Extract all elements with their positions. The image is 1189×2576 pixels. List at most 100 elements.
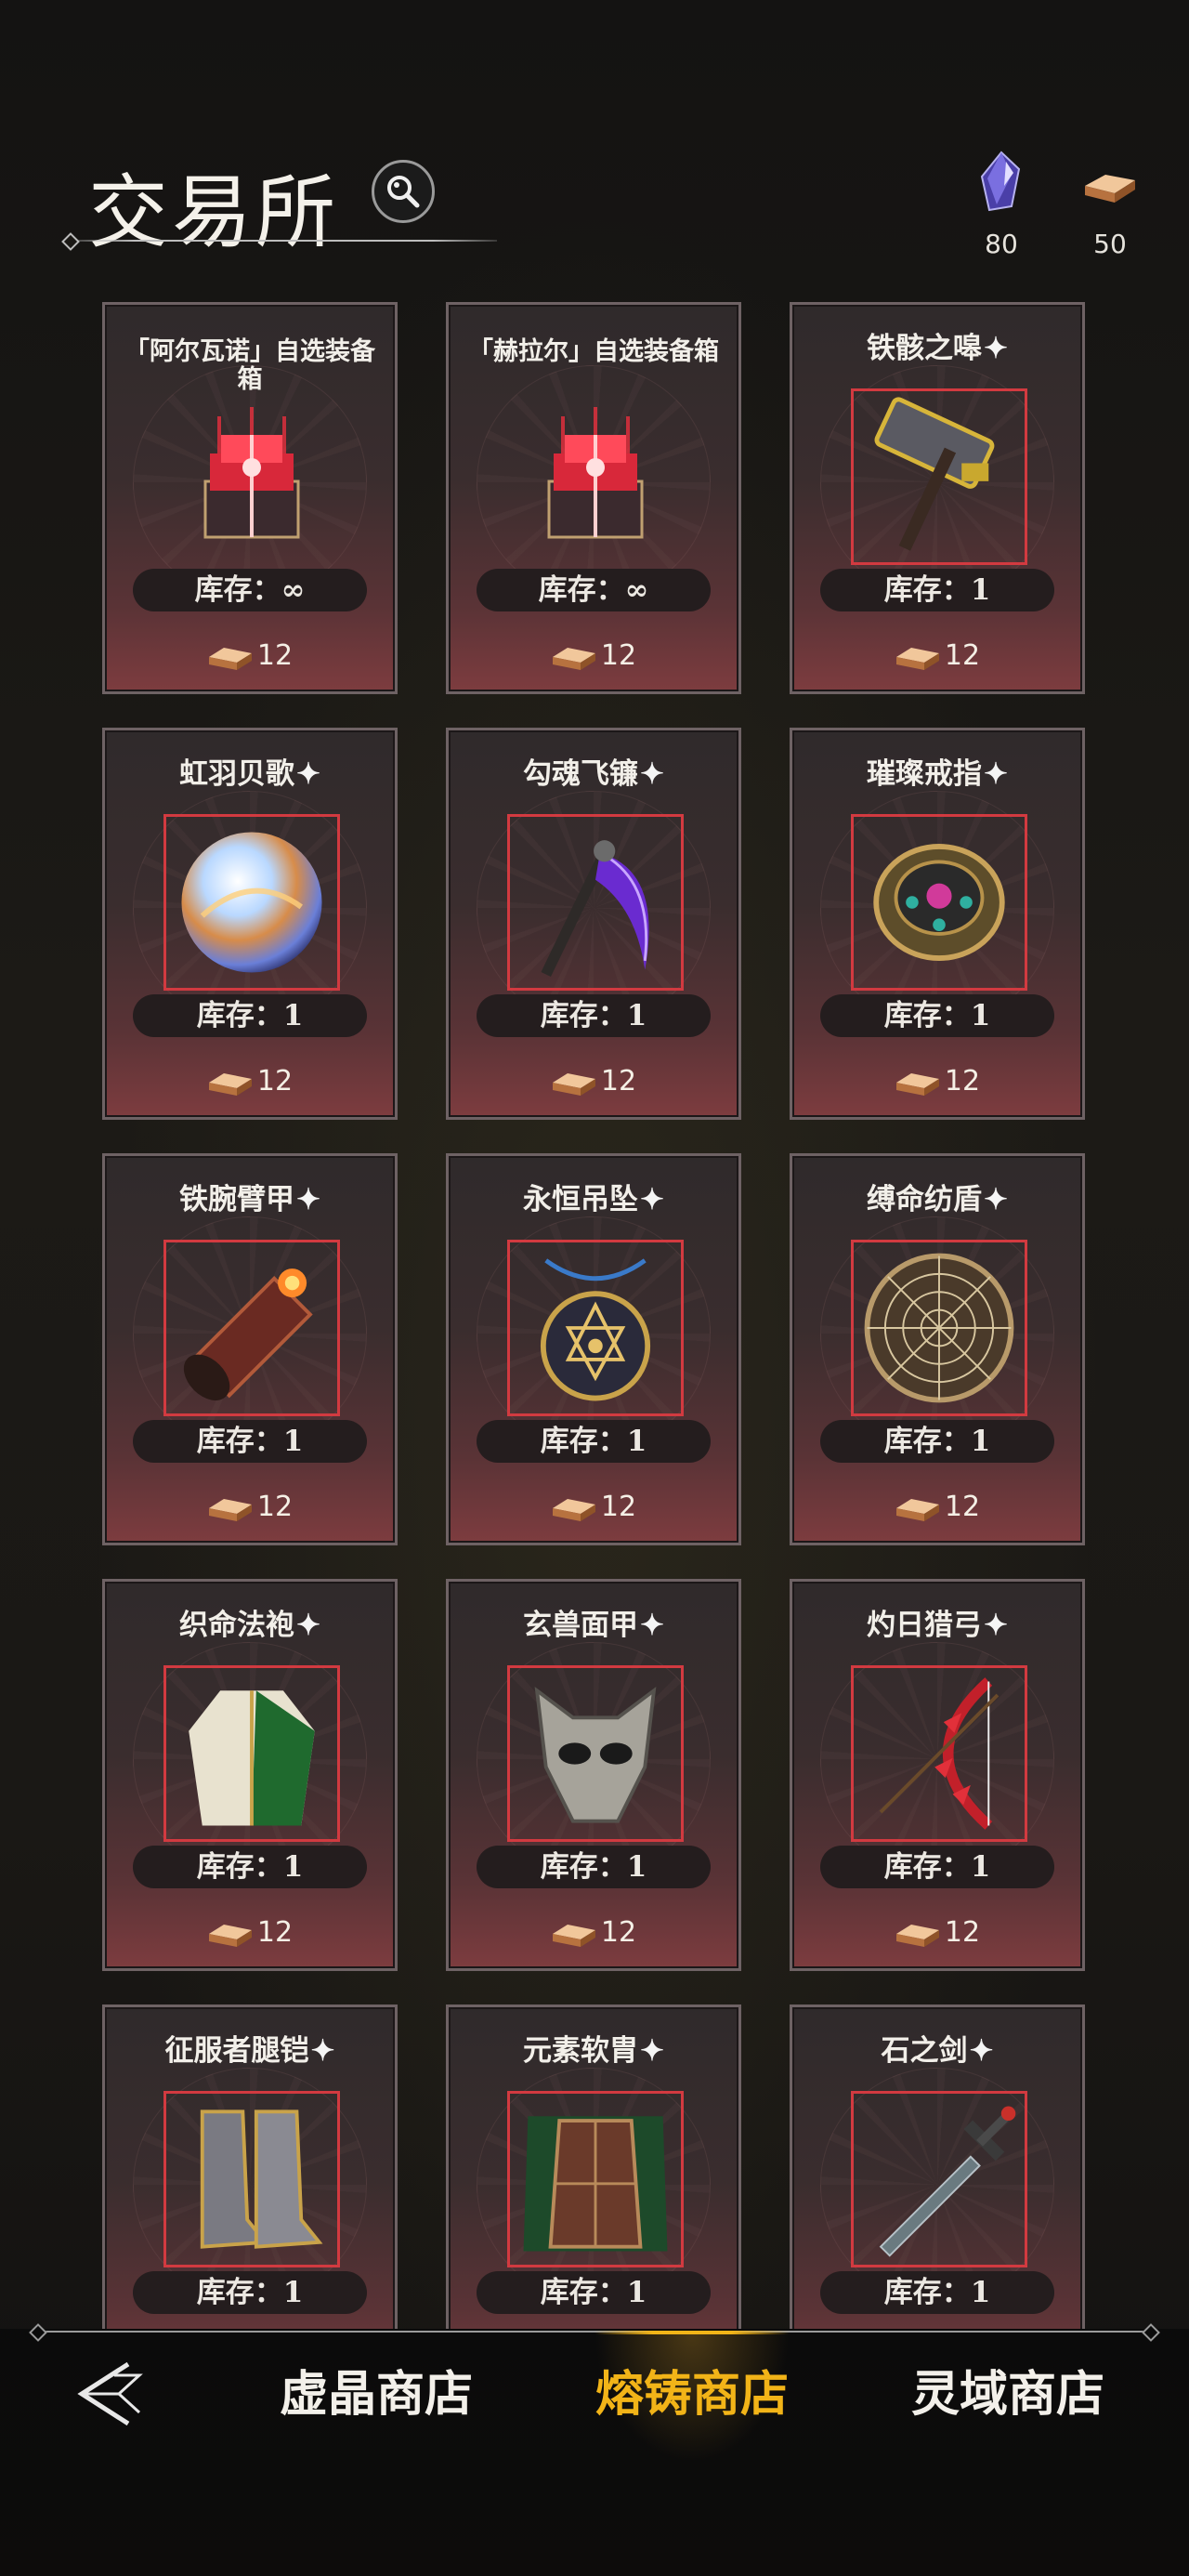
price: 12 [792,1912,1082,1952]
item-name: 永恒吊坠✦ [523,1183,664,1216]
orb-icon [181,832,322,973]
item-frame[interactable] [163,1665,340,1842]
item-frame[interactable] [507,398,684,574]
item-card[interactable]: 虹羽贝歌✦ 库存：1 12 [102,728,398,1120]
item-name: 织命法袍✦ [179,1609,320,1642]
crystal-amount: 80 [985,229,1018,259]
item-frame[interactable] [851,1240,1027,1416]
price: 12 [449,635,738,676]
currency-ingot[interactable]: 50 [1068,149,1152,259]
item-frame[interactable] [507,814,684,991]
item-frame[interactable] [851,388,1027,565]
sword-icon [879,2106,1016,2257]
sparkle-icon: ✦ [640,2034,664,2068]
ingot-icon [552,1499,595,1521]
item-frame[interactable] [163,398,340,574]
sparkle-icon: ✦ [984,757,1008,791]
price-value: 12 [256,1915,294,1949]
item-card[interactable]: 铁腕臂甲✦ 库存：1 12 [102,1153,398,1545]
price-value: 12 [600,1490,637,1523]
stock-label: 库存：1 [477,1420,711,1463]
item-frame[interactable] [507,2091,684,2267]
ingot-icon [895,648,939,670]
red-chest-icon [547,407,644,539]
price: 12 [792,1060,1082,1101]
item-name: 石之剑✦ [881,2034,994,2068]
price-value: 12 [944,1064,981,1097]
search-button[interactable] [372,160,435,223]
item-card[interactable]: 玄兽面甲✦ 库存：1 12 [446,1579,741,1971]
stock-label: 库存：1 [820,1420,1054,1463]
item-frame[interactable] [851,1665,1027,1842]
search-icon [387,176,420,208]
item-frame[interactable] [507,1240,684,1416]
pendant-icon [540,1258,651,1401]
item-card[interactable]: 勾魂飞镰✦ 库存：1 12 [446,728,741,1120]
price: 12 [792,635,1082,676]
item-card[interactable]: 灼日猎弓✦ 库存：1 12 [790,1579,1085,1971]
ingot-icon [895,1925,939,1947]
item-card[interactable]: 铁骸之嗥✦ 库存：1 12 [790,302,1085,694]
item-name: 铁骸之嗥✦ [867,332,1008,365]
sparkle-icon: ✦ [984,332,1008,365]
tab-crystal-shop[interactable]: 虚晶商店 [260,2357,492,2433]
stock-label: 库存：1 [820,994,1054,1037]
price: 12 [792,1486,1082,1527]
item-frame[interactable] [163,1240,340,1416]
item-frame[interactable] [163,814,340,991]
sparkle-icon: ✦ [296,1609,320,1642]
stock-label: 库存：1 [477,2271,711,2314]
mask-icon [534,1686,657,1823]
stock-label: 库存：1 [820,2271,1054,2314]
greaves-icon [200,2109,323,2249]
scythe-icon [541,840,649,977]
stock-label: 库存：1 [133,2271,367,2314]
price-value: 12 [944,1915,981,1949]
stock-label: 库存：1 [133,1420,367,1463]
bow-icon [879,1677,1000,1830]
currency-crystal[interactable]: 80 [960,149,1043,259]
page-title: 交易所 [88,166,339,259]
stock-label: 库存：∞ [133,569,367,611]
item-card[interactable]: 永恒吊坠✦ 库存：1 12 [446,1153,741,1545]
ingot-icon [552,648,595,670]
item-frame[interactable] [163,2091,340,2267]
price: 12 [105,1486,395,1527]
item-name: 元素软胄✦ [523,2034,664,2068]
price-value: 12 [256,1490,294,1523]
price: 12 [105,635,395,676]
price-value: 12 [600,1915,637,1949]
ingot-icon [1085,175,1135,203]
item-frame[interactable] [851,2091,1027,2267]
sparkle-icon: ✦ [984,1609,1008,1642]
ingot-icon [208,1073,252,1096]
item-card[interactable]: 「阿尔瓦诺」自选装备箱 库存：∞ 12 [102,302,398,694]
back-icon[interactable] [63,2357,149,2431]
item-card[interactable]: 织命法袍✦ 库存：1 12 [102,1579,398,1971]
price-value: 12 [256,638,294,672]
tab-spirit-shop[interactable]: 灵域商店 [892,2357,1124,2433]
sparkle-icon: ✦ [296,757,320,791]
stock-label: 库存：1 [477,1846,711,1888]
item-frame[interactable] [507,1665,684,1842]
ring-icon [873,844,1005,961]
stock-label: 库存：1 [820,1846,1054,1888]
sparkle-icon: ✦ [640,757,664,791]
item-card[interactable]: 璀璨戒指✦ 库存：1 12 [790,728,1085,1120]
price-value: 12 [944,638,981,672]
ingot-amount: 50 [1093,229,1127,259]
item-card[interactable]: 缚命纺盾✦ 库存：1 12 [790,1153,1085,1545]
price-value: 12 [256,1064,294,1097]
item-card[interactable]: 「赫拉尔」自选装备箱 库存：∞ 12 [446,302,741,694]
tab-forge-shop[interactable]: 熔铸商店 [576,2357,808,2433]
item-name: 铁腕臂甲✦ [179,1183,320,1216]
sparkle-icon: ✦ [310,2034,335,2068]
price: 12 [449,1486,738,1527]
item-frame[interactable] [851,814,1027,991]
price: 12 [105,1912,395,1952]
crystal-icon [980,151,1021,212]
price: 12 [105,1060,395,1101]
item-name: 灼日猎弓✦ [867,1609,1008,1642]
item-name: 征服者腿铠✦ [164,2034,335,2068]
stock-label: 库存：1 [133,1846,367,1888]
